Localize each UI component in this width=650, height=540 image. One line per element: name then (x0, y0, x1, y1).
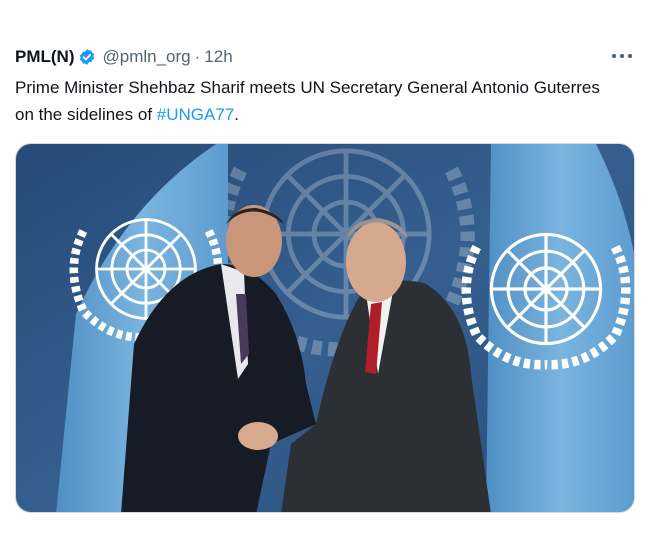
tweet-card[interactable]: PML(N) @pmln_org · 12h Prime Minister Sh… (0, 0, 650, 540)
tweet-text-main: Prime Minister Shehbaz Sharif meets UN S… (15, 78, 600, 124)
author-name[interactable]: PML(N) (15, 47, 74, 67)
verified-badge-icon (78, 48, 96, 66)
tweet-photo[interactable] (15, 143, 635, 513)
photo-scene (16, 144, 634, 512)
hashtag-link[interactable]: #UNGA77 (157, 105, 234, 124)
handshake (238, 422, 278, 450)
tweet-text: Prime Minister Shehbaz Sharif meets UN S… (15, 74, 615, 128)
more-options-icon[interactable] (609, 46, 635, 66)
tweet-header: PML(N) @pmln_org · 12h (15, 45, 233, 69)
author-handle[interactable]: @pmln_org (102, 47, 190, 67)
timestamp[interactable]: 12h (204, 47, 232, 67)
separator-dot: · (194, 47, 201, 66)
tweet-text-end: . (234, 105, 239, 124)
